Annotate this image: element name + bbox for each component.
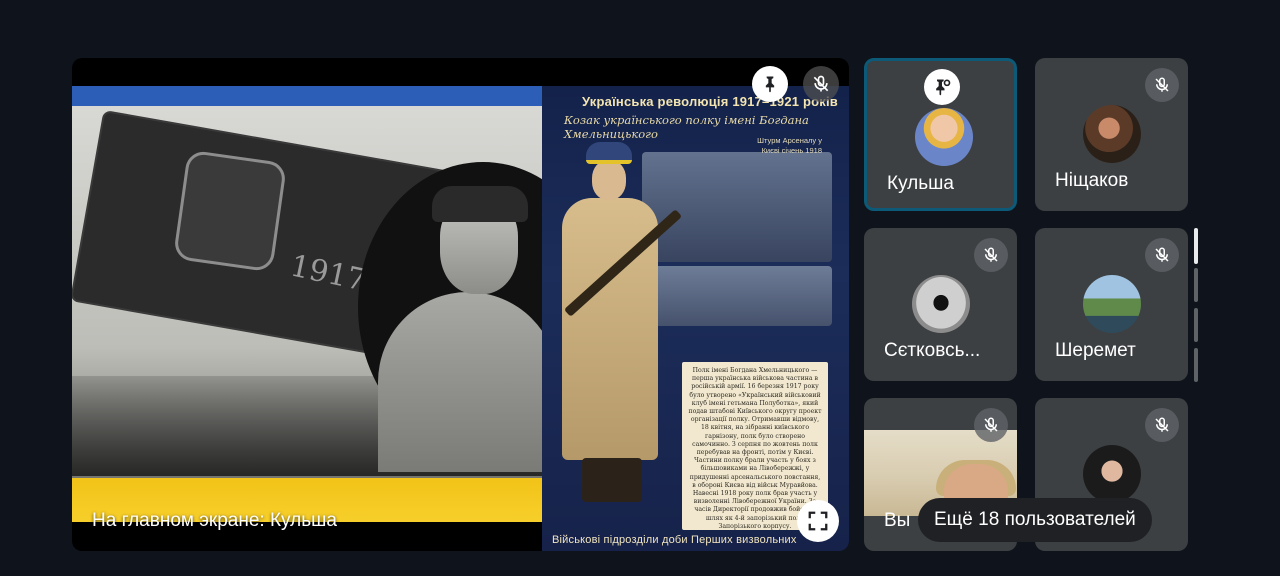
participant-name: Кульша [887,173,954,194]
participant-tile-sheremet[interactable]: Шеремет [1035,228,1188,381]
poster-title: Українська революція 1917–1921 років [582,94,838,109]
participant-tile-kulsha[interactable]: Кульша [864,58,1017,211]
more-participants-button[interactable]: Ещё 18 пользователей [918,498,1152,542]
participant-name: Вы [884,510,911,531]
mic-off-icon [984,247,998,262]
avatar [1083,275,1141,333]
pin-icon [765,76,775,93]
main-presentation-tile[interactable]: 1917 Українська революція 1917–1921 рокі… [72,58,849,551]
cossack-figure-cap [586,142,632,164]
soldier-portrait-body [378,292,542,472]
mic-off-indicator [1145,408,1179,442]
fullscreen-button[interactable] [797,500,839,542]
participants-scrollbar[interactable] [1194,228,1200,384]
pin-icon [936,79,951,96]
banner-emblem [172,149,288,273]
avatar [1083,445,1141,503]
mic-off-indicator [1145,238,1179,272]
slide-poster: Українська революція 1917–1921 років Коз… [542,86,849,551]
mic-off-icon [813,75,829,92]
shared-slide: 1917 Українська революція 1917–1921 рокі… [72,86,849,551]
poster-photo-arsenal [642,152,832,262]
pinned-badge[interactable] [924,69,960,105]
participant-name: Ніщаков [1055,170,1129,191]
participant-tile-nishchakov[interactable]: Ніщаков [1035,58,1188,211]
participant-name: Шеремет [1055,340,1136,361]
avatar [1083,105,1141,163]
cossack-figure-boots [582,458,642,502]
mic-off-icon [1155,77,1169,92]
fullscreen-icon [808,511,828,531]
mic-off-icon [1155,417,1169,432]
soldier-portrait-cap [432,186,528,222]
scrollbar-track-segment [1194,308,1198,342]
scrollbar-track-segment [1194,268,1198,302]
avatar [912,275,970,333]
participant-name: Сєтковсь... [884,340,981,361]
scrollbar-track-segment [1194,348,1198,382]
mic-off-indicator [803,66,839,102]
mic-off-indicator [974,408,1008,442]
slide-photo-collage: 1917 [72,86,542,522]
mic-off-icon [984,417,998,432]
avatar [915,108,973,166]
poster-photo-troops [652,266,832,326]
pin-button[interactable] [752,66,788,102]
poster-footer: Військові підрозділи доби Перших визволь… [552,534,797,546]
mic-off-indicator [1145,68,1179,102]
scrollbar-thumb[interactable] [1194,228,1198,264]
presenter-caption: На главном экране: Кульша [92,510,337,531]
cossack-figure-head [592,160,626,200]
poster-photo-note: Штурм Арсеналу у Києві січень 1918 [757,136,822,155]
participant-tile-setkovska[interactable]: Сєтковсь... [864,228,1017,381]
mic-off-icon [1155,247,1169,262]
mic-off-indicator [974,238,1008,272]
